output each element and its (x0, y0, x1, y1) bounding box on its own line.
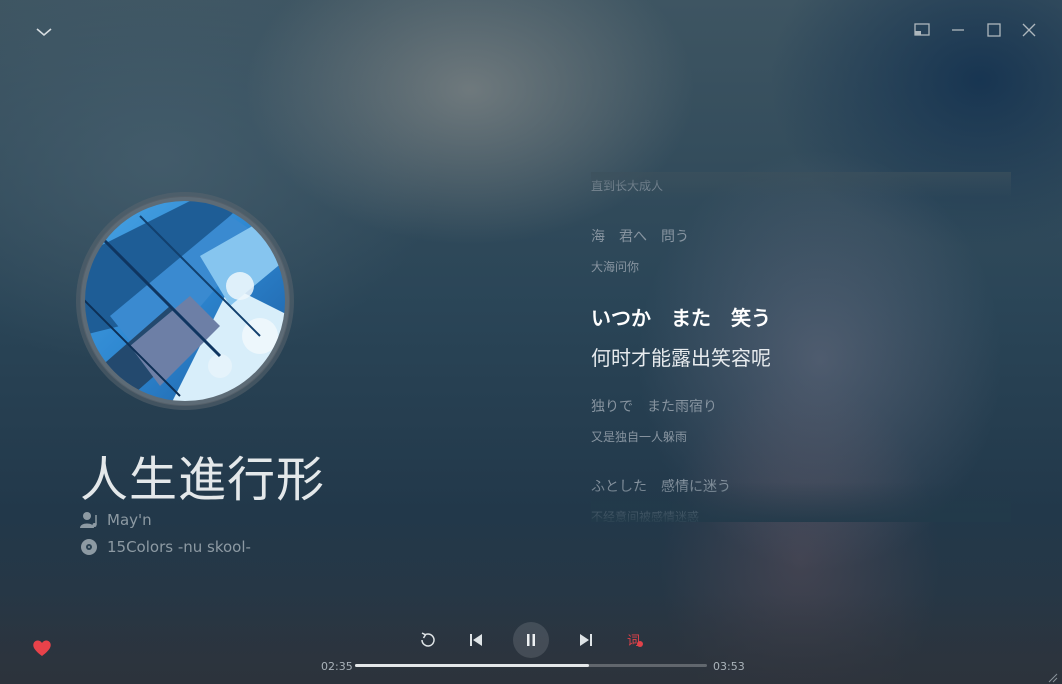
album-cover-disc (80, 196, 290, 406)
minimize-icon[interactable] (948, 20, 968, 40)
singer-icon (80, 511, 100, 529)
lyric-line: 独りで また雨宿り (591, 399, 717, 415)
album-row[interactable]: 15Colors -nu skool- (80, 537, 251, 557)
album-disc-icon (80, 538, 100, 556)
current-time: 02:35 (321, 660, 353, 673)
current-lyric-translation: 何时才能露出笑容呢 (591, 346, 771, 370)
progress-fill (355, 664, 590, 667)
album-name[interactable]: 15Colors -nu skool- (107, 538, 251, 556)
total-time: 03:53 (713, 660, 745, 673)
lyrics-toggle-icon[interactable]: 词 (625, 630, 645, 650)
resize-grip-icon[interactable] (1046, 668, 1058, 683)
progress-bar[interactable] (355, 664, 707, 667)
lyric-line: 直到长大成人 (591, 179, 664, 193)
svg-text:词: 词 (627, 634, 640, 649)
artist-row[interactable]: May'n (80, 510, 152, 530)
lyric-line: ふとした 感情に迷う (591, 479, 731, 495)
mini-mode-icon[interactable] (912, 20, 932, 40)
heart-icon[interactable] (32, 638, 52, 658)
chevron-down-icon[interactable] (34, 22, 54, 42)
lyrics-panel[interactable]: 直到长大成人 海 君へ 問う 大海问你 いつか また 笑う 何时才能露出笑容呢 … (591, 172, 1011, 522)
previous-icon[interactable] (466, 630, 486, 650)
repeat-icon[interactable] (418, 630, 438, 650)
lyric-line: 大海问你 (591, 260, 640, 274)
pause-icon (527, 634, 535, 646)
song-title: 人生進行形 (80, 452, 326, 508)
next-icon[interactable] (576, 630, 596, 650)
close-icon[interactable] (1019, 20, 1039, 40)
artist-name[interactable]: May'n (107, 511, 152, 529)
lyric-line: 海 君へ 問う (591, 229, 689, 245)
maximize-icon[interactable] (984, 20, 1004, 40)
current-lyric-line: いつか また 笑う (591, 306, 771, 330)
lyric-line: 不经意间被感情迷惑 (591, 510, 700, 522)
lyric-line: 又是独自一人躲雨 (591, 430, 688, 444)
play-pause-button[interactable] (513, 622, 549, 658)
